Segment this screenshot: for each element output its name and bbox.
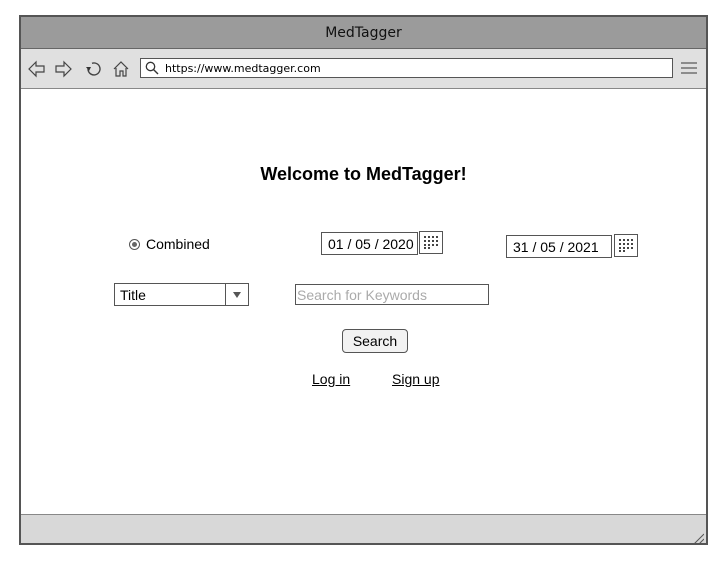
field-select-value: Title (120, 287, 146, 303)
calendar-icon[interactable] (419, 231, 443, 254)
window-title: MedTagger (325, 24, 402, 41)
signup-link[interactable]: Sign up (392, 371, 439, 387)
title-bar: MedTagger (21, 17, 706, 49)
reload-icon[interactable] (83, 59, 103, 79)
login-link[interactable]: Log in (312, 371, 350, 387)
forward-icon[interactable] (53, 59, 73, 79)
search-button[interactable]: Search (342, 329, 408, 353)
page-content: Welcome to MedTagger! Combined 01 / 05 /… (21, 89, 706, 515)
radio-label: Combined (146, 236, 210, 252)
address-bar[interactable]: https://www.medtagger.com (140, 58, 673, 78)
calendar-icon[interactable] (614, 234, 638, 257)
back-icon[interactable] (27, 59, 47, 79)
end-date-field[interactable]: 31 / 05 / 2021 (506, 235, 612, 258)
browser-toolbar: https://www.medtagger.com (21, 49, 706, 89)
home-icon[interactable] (111, 59, 131, 79)
radio-button[interactable] (129, 238, 140, 250)
radio-dot (132, 241, 137, 247)
field-select[interactable]: Title (114, 283, 249, 306)
menu-icon[interactable] (680, 60, 698, 76)
browser-window: MedTagger https://www.medtagger.com Welc… (19, 15, 708, 545)
keyword-search-input[interactable] (295, 284, 489, 305)
search-icon (141, 59, 163, 77)
url-text[interactable]: https://www.medtagger.com (163, 62, 321, 75)
start-date-field[interactable]: 01 / 05 / 2020 (321, 232, 418, 255)
resize-grip-icon[interactable] (692, 529, 705, 545)
chevron-down-icon[interactable] (225, 284, 248, 305)
page-title: Welcome to MedTagger! (260, 164, 467, 184)
combined-radio[interactable]: Combined (129, 236, 210, 252)
status-bar (21, 514, 706, 545)
